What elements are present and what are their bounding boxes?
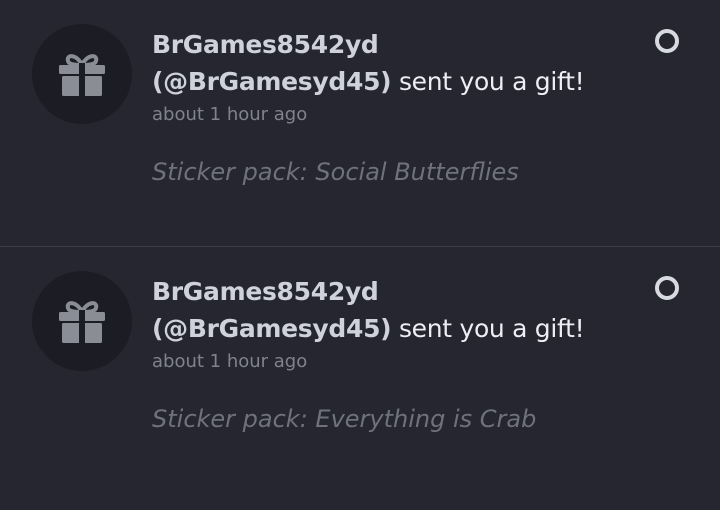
notification-action-text: sent you a gift!: [391, 314, 585, 343]
sender-handle[interactable]: (@BrGamesyd45): [152, 67, 392, 96]
notification-content: BrGames8542yd (@BrGamesyd45) sent you a …: [152, 28, 632, 188]
notification-item[interactable]: BrGames8542yd (@BrGamesyd45) sent you a …: [0, 247, 720, 493]
gift-icon: [57, 299, 107, 343]
notification-timestamp: about 1 hour ago: [152, 351, 308, 372]
gift-avatar: [32, 271, 132, 371]
notification-message: (@BrGamesyd45) sent you a gift!: [152, 62, 632, 102]
gift-icon: [57, 52, 107, 96]
sender-username[interactable]: BrGames8542yd: [152, 28, 632, 62]
gift-detail: Sticker pack: Everything is Crab: [152, 405, 537, 433]
notification-timestamp: about 1 hour ago: [152, 104, 308, 125]
notification-item[interactable]: BrGames8542yd (@BrGamesyd45) sent you a …: [0, 0, 720, 246]
gift-avatar: [32, 24, 132, 124]
gift-detail: Sticker pack: Social Butterflies: [152, 158, 519, 186]
notification-action-text: sent you a gift!: [391, 67, 585, 96]
sender-username[interactable]: BrGames8542yd: [152, 275, 632, 309]
notification-feed: BrGames8542yd (@BrGamesyd45) sent you a …: [0, 0, 720, 510]
notification-message: (@BrGamesyd45) sent you a gift!: [152, 309, 632, 349]
circle-outline-icon[interactable]: [655, 29, 679, 53]
circle-outline-icon[interactable]: [655, 276, 679, 300]
notification-content: BrGames8542yd (@BrGamesyd45) sent you a …: [152, 275, 632, 435]
sender-handle[interactable]: (@BrGamesyd45): [152, 314, 392, 343]
